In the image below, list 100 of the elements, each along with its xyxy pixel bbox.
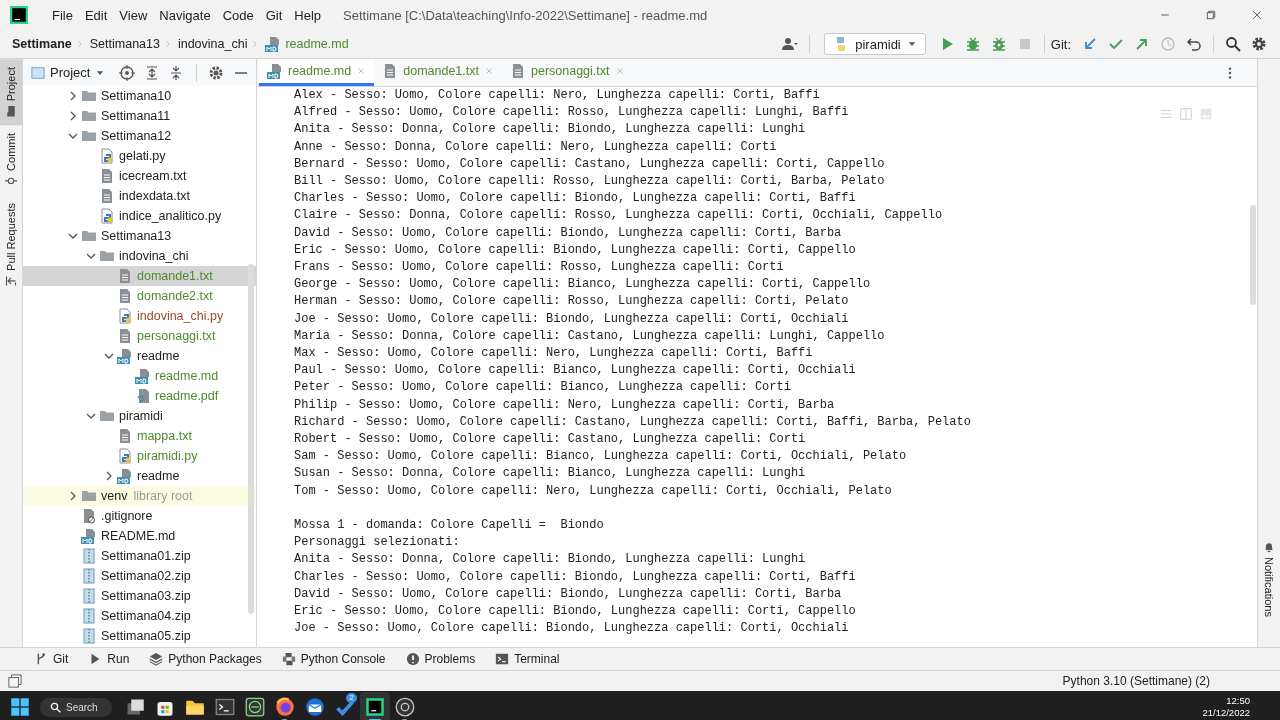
tree-item[interactable]: readme [23,466,256,486]
record-icon[interactable] [394,697,415,717]
tree-item[interactable]: personaggi.txt [23,326,256,346]
search-icon[interactable] [1225,36,1241,52]
app-icon[interactable] [244,697,265,717]
code-line: Philip - Sesso: Uomo, Colore capelli: Nero, Lunghezza capelli: Corti, Barba [294,396,835,414]
tool-window-tab[interactable]: Notifications [1258,533,1280,647]
tree-item[interactable]: piramidi.py [23,446,256,466]
run-configuration-dropdown[interactable]: piramidi [824,33,926,55]
tool-window-tab[interactable]: Pull Requests [0,195,22,295]
tree-item[interactable]: readme [23,346,256,366]
taskbar-time[interactable]: 12:50 [1226,695,1250,707]
tree-item[interactable]: Settimana12 [23,126,256,146]
chevron-right-icon[interactable] [104,471,114,481]
tree-item[interactable]: mappa.txt [23,426,256,446]
breadcrumb[interactable]: Settimana13 [89,37,160,51]
tree-item[interactable]: readme.pdf [23,386,256,406]
editor-tab[interactable]: domande1.txt [374,59,502,86]
tool-window-tab[interactable]: Commit [0,125,22,196]
tree-item[interactable]: icecream.txt [23,166,256,186]
tree-item[interactable]: venv library root [23,486,256,506]
tree-item[interactable]: Settimana03.zip [23,586,256,606]
chevron-right-icon[interactable] [68,91,78,101]
bug-icon[interactable] [990,36,1007,52]
code-line: Charles - Sesso: Uomo, Colore capelli: Biondo, Lunghezza capelli: Corti, Baffi [294,568,856,586]
taskbar-date[interactable]: 21/12/2022 [1202,707,1250,719]
breadcrumb[interactable]: indovina_chi [177,37,248,51]
breadcrumb[interactable]: readme.md [265,36,349,52]
menu-item[interactable]: Git [259,7,289,23]
editor-tab[interactable]: personaggi.txt [502,59,633,86]
window-icon [31,65,45,80]
arrow-down-left-icon[interactable] [1082,36,1098,52]
code-line: Frans - Sesso: Uomo, Colore capelli: Rosso, Lunghezza capelli: Corti [294,259,784,277]
target-icon[interactable] [118,64,135,81]
tree-item[interactable]: piramidi [23,406,256,426]
archive-file-icon [81,588,97,604]
menu-item[interactable]: Code [216,7,260,23]
menu-item[interactable]: Navigate [153,7,217,23]
menu-item[interactable]: File [46,7,79,23]
tree-item[interactable]: Settimana04.zip [23,606,256,626]
menu-item[interactable]: Edit [78,7,114,23]
tool-window-button[interactable]: Python Packages [141,652,270,666]
tool-window-button[interactable]: Git [26,652,77,666]
terminal-icon[interactable] [214,697,235,717]
tree-item[interactable]: Settimana11 [23,106,256,126]
tree-item[interactable]: indice_analitico.py [23,206,256,226]
tree-item[interactable]: Settimana05.zip [23,626,256,646]
scrollbar[interactable] [1250,205,1256,305]
close-icon[interactable] [1251,9,1263,21]
restore-icon[interactable] [1205,9,1217,21]
tool-window-button[interactable]: Run [80,652,138,666]
tree-item[interactable]: README.md [23,526,256,546]
taskbar-search[interactable]: Search [40,697,112,717]
ide-icon[interactable] [364,697,385,717]
text-file-icon [117,268,133,284]
check-icon[interactable] [1108,36,1124,52]
bug-icon[interactable] [964,36,981,52]
mail-icon[interactable] [304,697,325,717]
tree-item[interactable]: gelati.py [23,146,256,166]
globe-icon[interactable] [274,697,295,717]
tree-item[interactable]: Settimana01.zip [23,546,256,566]
tree-item[interactable]: indovina_chi [23,246,256,266]
layout-icon[interactable] [8,674,22,688]
code-line: Mossa 1 - domanda: Colore Capelli = Biondo [294,517,604,535]
tree-item[interactable]: indovina_chi.py [23,306,256,326]
menu-item[interactable]: Help [288,7,328,23]
tool-window-button[interactable]: Terminal [487,652,568,666]
chevron-right-icon[interactable] [68,491,78,501]
chevron-right-icon[interactable] [68,111,78,121]
tool-window-button[interactable]: Python Console [273,652,394,666]
settings-icon[interactable] [207,64,224,81]
interpreter-status[interactable]: Python 3.10 (Settimane) (2) [1062,674,1210,688]
chevron-down-icon[interactable] [86,411,96,421]
arrow-up-right-icon[interactable] [1134,36,1150,52]
chevron-down-icon[interactable] [68,231,78,241]
tree-item[interactable]: Settimana13 [23,226,256,246]
tree-item[interactable]: .gitignore [23,506,256,526]
tree-item[interactable]: Settimana10 [23,86,256,106]
file-name: readme.md [155,369,219,383]
chevron-down-icon[interactable] [104,351,114,361]
tree-item[interactable]: indexdata.txt [23,186,256,206]
tree-item[interactable]: domande2.txt [23,286,256,306]
text-file-icon [117,428,133,444]
chevron-down-icon[interactable] [68,131,78,141]
menu-item[interactable]: View [113,7,154,23]
windows-logo[interactable] [10,697,30,717]
chevron-down-icon[interactable] [86,251,96,261]
tree-item[interactable]: Settimana02.zip [23,566,256,586]
user-icon[interactable] [782,36,799,52]
code-line: Charles - Sesso: Uomo, Colore capelli: Biondo, Lunghezza capelli: Corti, Baffi [294,190,856,208]
scrollbar[interactable] [248,264,254,614]
editor-tab[interactable]: readme.md [259,59,375,86]
tree-item[interactable]: readme.md [23,366,256,386]
settings-icon[interactable] [1251,36,1267,52]
python-file-icon [99,208,115,224]
tool-window-button[interactable]: Problems [397,652,484,666]
project-view-dropdown[interactable]: Project [31,65,106,80]
tool-window-tab[interactable]: Project [0,59,22,126]
undo-icon[interactable] [1186,36,1202,52]
breadcrumb[interactable]: Settimane [12,37,72,51]
